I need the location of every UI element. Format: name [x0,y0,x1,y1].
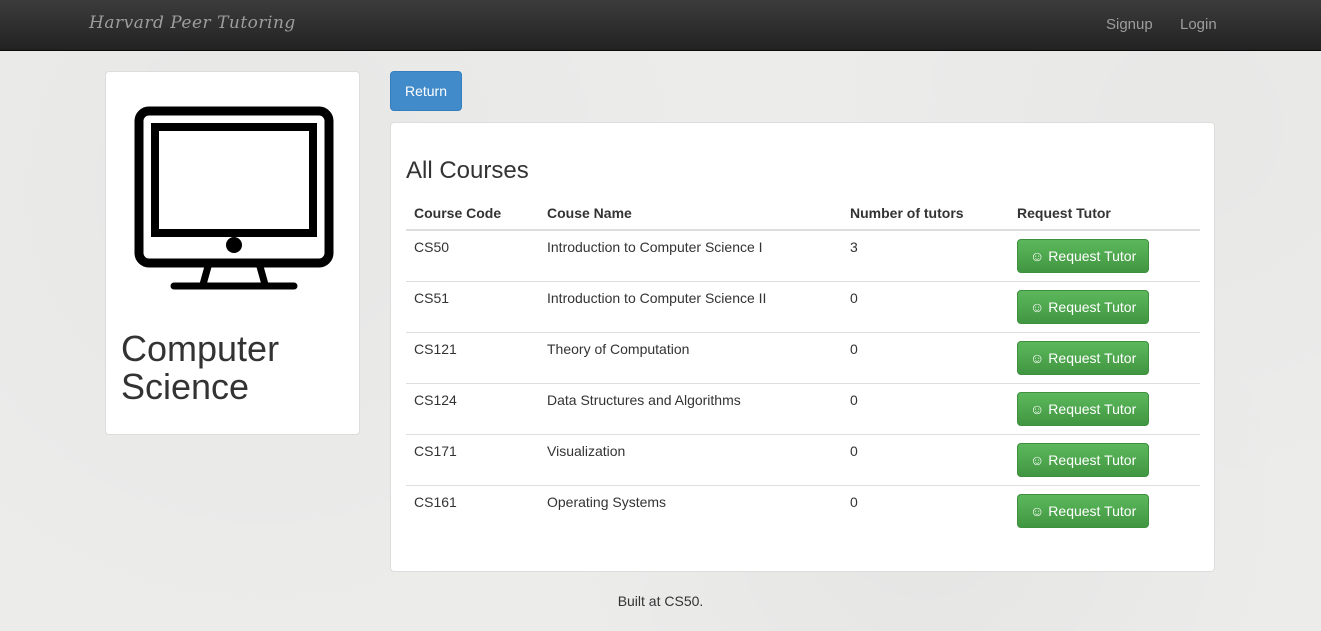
courses-table: Course Code Couse Name Number of tutors … [406,197,1200,537]
request-tutor-button[interactable]: ☺ Request Tutor [1017,239,1150,273]
request-tutor-button[interactable]: ☺ Request Tutor [1017,443,1150,477]
footer-text: Built at CS50. [617,593,704,609]
table-header-row: Course Code Couse Name Number of tutors … [406,197,1200,231]
computer-monitor-icon [134,106,334,290]
smile-icon: ☺ [1030,401,1045,417]
course-code: CS124 [406,383,539,435]
course-code: CS171 [406,434,539,486]
smile-icon: ☺ [1030,452,1045,468]
request-tutor-label: Request Tutor [1048,503,1137,519]
smile-icon: ☺ [1030,350,1045,366]
tutor-count: 0 [842,332,1009,384]
request-tutor-button[interactable]: ☺ Request Tutor [1017,494,1150,528]
course-name: Introduction to Computer Science II [539,281,842,333]
tutor-count: 3 [850,239,858,255]
table-row: CS171 Visualization 0 ☺ Request Tutor [406,434,1200,486]
request-tutor-label: Request Tutor [1048,248,1137,264]
course-name: Introduction to Computer Science I [547,239,763,255]
course-name: Operating Systems [539,485,842,537]
table-row: CS161 Operating Systems 0 ☺ Request Tutor [406,485,1200,537]
login-link[interactable]: Login [1180,16,1217,33]
table-row: CS51 Introduction to Computer Science II… [406,281,1200,333]
request-tutor-label: Request Tutor [1048,299,1137,315]
department-card: Computer Science [105,71,360,435]
brand-logo[interactable]: Harvard Peer Tutoring [89,13,296,33]
request-tutor-label: Request Tutor [1048,452,1137,468]
return-button[interactable]: Return [390,71,462,111]
table-row: CS50 Introduction to Computer Science I … [406,230,1200,282]
tutor-count: 0 [842,434,1009,486]
course-code: CS50 [414,239,450,255]
course-name: Theory of Computation [539,332,842,384]
header-request-tutor: Request Tutor [1009,197,1200,231]
courses-panel: All Courses Course Code Couse Name Numbe… [390,122,1215,572]
request-tutor-label: Request Tutor [1048,401,1137,417]
tutor-count: 0 [842,383,1009,435]
request-tutor-button[interactable]: ☺ Request Tutor [1017,392,1150,426]
courses-title: All Courses [406,157,529,184]
request-tutor-button[interactable]: ☺ Request Tutor [1017,341,1150,375]
tutor-count: 0 [842,485,1009,537]
course-name: Data Structures and Algorithms [539,383,842,435]
department-title: Computer Science [121,328,280,407]
smile-icon: ☺ [1030,248,1045,264]
course-name: Visualization [539,434,842,486]
smile-icon: ☺ [1030,503,1045,519]
smile-icon: ☺ [1030,299,1045,315]
signup-link[interactable]: Signup [1106,16,1153,33]
navbar: Harvard Peer Tutoring Signup Login [0,0,1321,51]
table-row: CS121 Theory of Computation 0 ☺ Request T… [406,332,1200,384]
tutor-count: 0 [842,281,1009,333]
request-tutor-label: Request Tutor [1048,350,1137,366]
header-number-of-tutors: Number of tutors [842,197,1009,231]
course-code: CS121 [406,332,539,384]
header-course-code: Course Code [406,197,539,231]
course-code: CS161 [406,485,539,537]
table-row: CS124 Data Structures and Algorithms 0 ☺… [406,383,1200,435]
header-course-name: Couse Name [539,197,842,231]
request-tutor-button[interactable]: ☺ Request Tutor [1017,290,1150,324]
course-code: CS51 [406,281,539,333]
